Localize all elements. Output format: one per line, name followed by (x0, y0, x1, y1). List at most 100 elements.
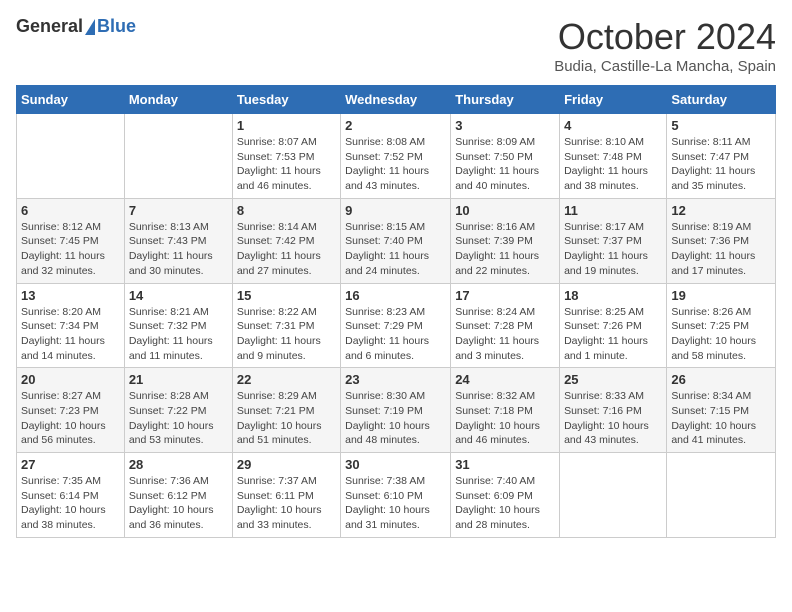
day-info: Sunrise: 8:15 AM Sunset: 7:40 PM Dayligh… (345, 220, 446, 279)
calendar-day-cell: 6 Sunrise: 8:12 AM Sunset: 7:45 PM Daylig… (17, 198, 125, 283)
calendar-day-cell: 12Sunrise: 8:19 AM Sunset: 7:36 PM Dayli… (667, 198, 776, 283)
day-number: 13 (21, 288, 120, 303)
calendar-day-cell: 13 Sunrise: 8:20 AM Sunset: 7:34 PM Dayli… (17, 283, 125, 368)
calendar-day-cell: 11Sunrise: 8:17 AM Sunset: 7:37 PM Dayli… (560, 198, 667, 283)
day-info: Sunrise: 8:32 AM Sunset: 7:18 PM Dayligh… (455, 389, 555, 448)
day-info: Sunrise: 8:26 AM Sunset: 7:25 PM Dayligh… (671, 305, 771, 364)
calendar-day-cell: 18 Sunrise: 8:25 AM Sunset: 7:26 PM Dayli… (560, 283, 667, 368)
day-info: Sunrise: 8:33 AM Sunset: 7:16 PM Dayligh… (564, 389, 662, 448)
day-number: 17 (455, 288, 555, 303)
day-info: Sunrise: 8:13 AM Sunset: 7:43 PM Dayligh… (129, 220, 228, 279)
calendar-day-cell: 1 Sunrise: 8:07 AM Sunset: 7:53 PM Daylig… (232, 114, 340, 199)
day-info: Sunrise: 8:12 AM Sunset: 7:45 PM Dayligh… (21, 220, 120, 279)
day-number: 26 (671, 372, 771, 387)
day-info: Sunrise: 8:17 AM Sunset: 7:37 PM Dayligh… (564, 220, 662, 279)
day-info: Sunrise: 8:11 AM Sunset: 7:47 PM Dayligh… (671, 135, 771, 194)
day-info: Sunrise: 7:38 AM Sunset: 6:10 PM Dayligh… (345, 474, 446, 533)
day-info: Sunrise: 7:37 AM Sunset: 6:11 PM Dayligh… (237, 474, 336, 533)
day-info: Sunrise: 8:19 AM Sunset: 7:36 PM Dayligh… (671, 220, 771, 279)
day-number: 9 (345, 203, 446, 218)
logo-blue-text: Blue (97, 16, 136, 37)
calendar-day-cell: 27Sunrise: 7:35 AM Sunset: 6:14 PM Dayli… (17, 453, 125, 538)
calendar-day-cell: 15 Sunrise: 8:22 AM Sunset: 7:31 PM Dayli… (232, 283, 340, 368)
day-number: 4 (564, 118, 662, 133)
header: General Blue October 2024 Budia, Castill… (16, 16, 776, 75)
calendar-day-cell: 22 Sunrise: 8:29 AM Sunset: 7:21 PM Dayli… (232, 368, 340, 453)
calendar-day-cell: 23 Sunrise: 8:30 AM Sunset: 7:19 PM Dayli… (341, 368, 451, 453)
logo-triangle-icon (85, 19, 95, 35)
calendar-day-cell (667, 453, 776, 538)
calendar-day-cell (124, 114, 232, 199)
day-number: 23 (345, 372, 446, 387)
calendar-day-cell: 29 Sunrise: 7:37 AM Sunset: 6:11 PM Dayli… (232, 453, 340, 538)
calendar-day-cell: 25 Sunrise: 8:33 AM Sunset: 7:16 PM Dayli… (560, 368, 667, 453)
day-of-week-header: Thursday (451, 86, 560, 114)
calendar-day-cell: 24 Sunrise: 8:32 AM Sunset: 7:18 PM Dayli… (451, 368, 560, 453)
day-of-week-header: Tuesday (232, 86, 340, 114)
day-number: 28 (129, 457, 228, 472)
day-number: 15 (237, 288, 336, 303)
calendar-day-cell: 21 Sunrise: 8:28 AM Sunset: 7:22 PM Dayli… (124, 368, 232, 453)
calendar-day-cell: 3 Sunrise: 8:09 AM Sunset: 7:50 PM Daylig… (451, 114, 560, 199)
day-info: Sunrise: 8:25 AM Sunset: 7:26 PM Dayligh… (564, 305, 662, 364)
calendar-day-cell: 10 Sunrise: 8:16 AM Sunset: 7:39 PM Dayli… (451, 198, 560, 283)
calendar-day-cell: 30 Sunrise: 7:38 AM Sunset: 6:10 PM Dayli… (341, 453, 451, 538)
day-number: 1 (237, 118, 336, 133)
day-of-week-header: Sunday (17, 86, 125, 114)
day-info: Sunrise: 8:34 AM Sunset: 7:15 PM Dayligh… (671, 389, 771, 448)
day-number: 18 (564, 288, 662, 303)
calendar-day-cell: 7 Sunrise: 8:13 AM Sunset: 7:43 PM Daylig… (124, 198, 232, 283)
day-info: Sunrise: 8:29 AM Sunset: 7:21 PM Dayligh… (237, 389, 336, 448)
day-number: 2 (345, 118, 446, 133)
calendar-day-cell: 8Sunrise: 8:14 AM Sunset: 7:42 PM Daylig… (232, 198, 340, 283)
day-info: Sunrise: 8:08 AM Sunset: 7:52 PM Dayligh… (345, 135, 446, 194)
day-number: 30 (345, 457, 446, 472)
day-number: 16 (345, 288, 446, 303)
day-info: Sunrise: 8:21 AM Sunset: 7:32 PM Dayligh… (129, 305, 228, 364)
day-info: Sunrise: 8:24 AM Sunset: 7:28 PM Dayligh… (455, 305, 555, 364)
day-info: Sunrise: 8:22 AM Sunset: 7:31 PM Dayligh… (237, 305, 336, 364)
day-number: 10 (455, 203, 555, 218)
calendar-day-cell: 4 Sunrise: 8:10 AM Sunset: 7:48 PM Daylig… (560, 114, 667, 199)
logo: General Blue (16, 16, 136, 37)
day-number: 14 (129, 288, 228, 303)
calendar-day-cell (17, 114, 125, 199)
calendar-day-cell: 20Sunrise: 8:27 AM Sunset: 7:23 PM Dayli… (17, 368, 125, 453)
calendar-day-cell: 14 Sunrise: 8:21 AM Sunset: 7:32 PM Dayli… (124, 283, 232, 368)
calendar-day-cell: 2 Sunrise: 8:08 AM Sunset: 7:52 PM Daylig… (341, 114, 451, 199)
day-number: 6 (21, 203, 120, 218)
day-number: 21 (129, 372, 228, 387)
calendar-day-cell: 17 Sunrise: 8:24 AM Sunset: 7:28 PM Dayli… (451, 283, 560, 368)
day-info: Sunrise: 8:28 AM Sunset: 7:22 PM Dayligh… (129, 389, 228, 448)
day-info: Sunrise: 8:20 AM Sunset: 7:34 PM Dayligh… (21, 305, 120, 364)
day-number: 25 (564, 372, 662, 387)
day-info: Sunrise: 8:27 AM Sunset: 7:23 PM Dayligh… (21, 389, 120, 448)
day-number: 27 (21, 457, 120, 472)
day-info: Sunrise: 8:10 AM Sunset: 7:48 PM Dayligh… (564, 135, 662, 194)
day-info: Sunrise: 8:07 AM Sunset: 7:53 PM Dayligh… (237, 135, 336, 194)
day-number: 22 (237, 372, 336, 387)
day-info: Sunrise: 7:36 AM Sunset: 6:12 PM Dayligh… (129, 474, 228, 533)
calendar-day-cell: 31Sunrise: 7:40 AM Sunset: 6:09 PM Dayli… (451, 453, 560, 538)
day-info: Sunrise: 8:23 AM Sunset: 7:29 PM Dayligh… (345, 305, 446, 364)
day-of-week-header: Monday (124, 86, 232, 114)
day-of-week-header: Wednesday (341, 86, 451, 114)
logo-general-text: General (16, 16, 83, 37)
day-info: Sunrise: 8:14 AM Sunset: 7:42 PM Dayligh… (237, 220, 336, 279)
day-info: Sunrise: 8:30 AM Sunset: 7:19 PM Dayligh… (345, 389, 446, 448)
day-number: 3 (455, 118, 555, 133)
day-info: Sunrise: 7:40 AM Sunset: 6:09 PM Dayligh… (455, 474, 555, 533)
day-number: 29 (237, 457, 336, 472)
calendar-header-row: SundayMondayTuesdayWednesdayThursdayFrid… (17, 86, 776, 114)
day-info: Sunrise: 8:09 AM Sunset: 7:50 PM Dayligh… (455, 135, 555, 194)
day-of-week-header: Saturday (667, 86, 776, 114)
calendar-week-row: 6 Sunrise: 8:12 AM Sunset: 7:45 PM Daylig… (17, 198, 776, 283)
calendar-week-row: 1 Sunrise: 8:07 AM Sunset: 7:53 PM Daylig… (17, 114, 776, 199)
location: Budia, Castille-La Mancha, Spain (554, 58, 776, 75)
calendar-day-cell: 26 Sunrise: 8:34 AM Sunset: 7:15 PM Dayli… (667, 368, 776, 453)
title-section: October 2024 Budia, Castille-La Mancha, … (554, 16, 776, 75)
calendar-day-cell: 28 Sunrise: 7:36 AM Sunset: 6:12 PM Dayli… (124, 453, 232, 538)
day-number: 24 (455, 372, 555, 387)
day-info: Sunrise: 8:16 AM Sunset: 7:39 PM Dayligh… (455, 220, 555, 279)
day-number: 7 (129, 203, 228, 218)
